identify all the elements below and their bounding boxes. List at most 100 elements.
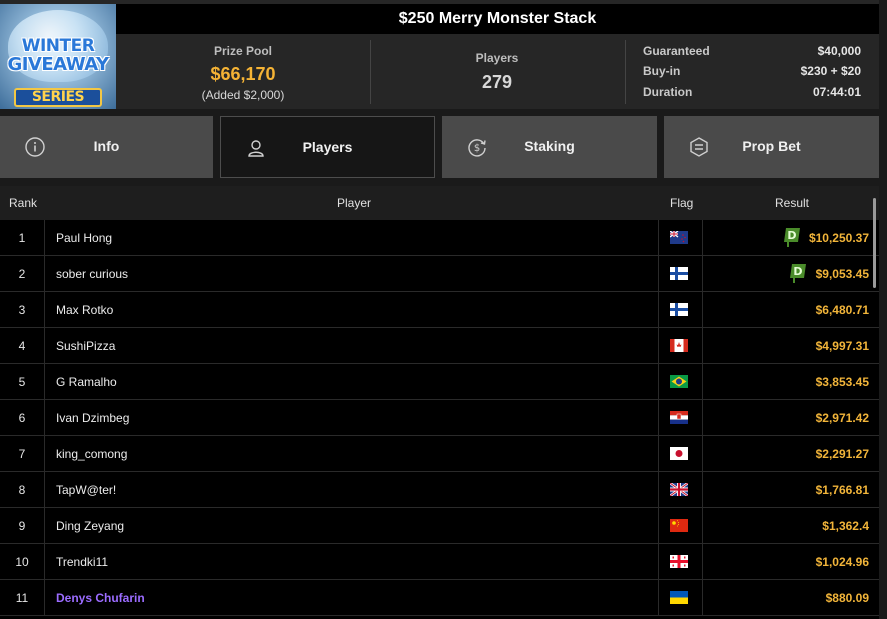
d-badge-icon[interactable]: D [789, 263, 807, 283]
rank-cell: 11 [15, 591, 29, 605]
column-divider [702, 544, 703, 579]
header-rank[interactable]: Rank [9, 196, 37, 210]
rank-cell: 2 [18, 267, 26, 281]
rank-cell: 3 [18, 303, 26, 317]
column-divider [702, 328, 703, 363]
winter-giveaway-logo: WINTER GIVEAWAY SERIES [0, 4, 116, 109]
result-amount: $1,362.4 [822, 519, 869, 533]
tab-info[interactable]: Info [0, 116, 213, 178]
column-divider [658, 508, 659, 543]
duration-label: Duration [643, 85, 693, 99]
header-player[interactable]: Player [337, 196, 371, 210]
column-divider [658, 364, 659, 399]
rank-cell: 1 [18, 231, 26, 245]
rank-cell: 4 [18, 339, 26, 353]
flag-icon [670, 555, 688, 568]
table-row[interactable]: 5 G Ramalho $3,853.45 [0, 364, 879, 400]
column-divider [658, 544, 659, 579]
column-divider [658, 292, 659, 327]
tab-players[interactable]: Players [220, 116, 435, 178]
players-count: 279 [481, 72, 513, 92]
result-amount: $2,971.42 [815, 411, 869, 425]
table-row[interactable]: 6 Ivan Dzimbeg $2,971.42 [0, 400, 879, 436]
flag-icon [670, 447, 688, 460]
column-divider [44, 400, 45, 435]
column-divider [44, 472, 45, 507]
table-row[interactable]: 2 sober curious D $9,053.45 [0, 256, 879, 292]
result-amount: $2,291.27 [815, 447, 869, 461]
prize-pool-amount: $66,170 [210, 64, 276, 84]
result-amount: $6,480.71 [815, 303, 869, 317]
column-divider [658, 580, 659, 615]
flag-icon [670, 375, 688, 388]
player-name[interactable]: Denys Chufarin [56, 591, 145, 605]
tab-staking[interactable]: $ Staking [442, 116, 657, 178]
player-name[interactable]: TapW@ter! [56, 483, 116, 497]
table-row[interactable]: 7 king_comong $2,291.27 [0, 436, 879, 472]
flag-icon [670, 267, 688, 280]
column-divider [658, 400, 659, 435]
player-name[interactable]: Trendki11 [56, 555, 108, 569]
players-table: Rank Player Flag Result 1 Paul Hong D $10,2… [0, 186, 879, 619]
player-name[interactable]: G Ramalho [56, 375, 117, 389]
rank-cell: 10 [15, 555, 29, 569]
header-flag[interactable]: Flag [670, 196, 693, 210]
duration-value: 07:44:01 [812, 85, 861, 99]
player-name[interactable]: Max Rotko [56, 303, 113, 317]
table-row[interactable]: 1 Paul Hong D $10,250.37 [0, 220, 879, 256]
result-amount: $10,250.37 [808, 231, 869, 245]
column-divider [44, 292, 45, 327]
player-name[interactable]: SushiPizza [56, 339, 115, 353]
rank-cell: 5 [18, 375, 26, 389]
table-row[interactable]: 8 TapW@ter! $1,766.81 [0, 472, 879, 508]
player-name[interactable]: Paul Hong [56, 231, 112, 245]
divider [625, 40, 626, 104]
flag-icon [670, 483, 688, 496]
scroll-gutter [879, 0, 887, 619]
column-divider [44, 580, 45, 615]
tab-prop-bet[interactable]: Prop Bet [664, 116, 879, 178]
column-divider [658, 328, 659, 363]
guaranteed-value: $40,000 [817, 44, 861, 58]
flag-icon [670, 231, 688, 244]
d-badge-icon[interactable]: D [783, 227, 801, 247]
tab-players-label: Players [302, 139, 353, 155]
table-row[interactable]: 3 Max Rotko $6,480.71 [0, 292, 879, 328]
column-divider [702, 256, 703, 291]
column-divider [658, 256, 659, 291]
column-divider [658, 220, 659, 255]
column-divider [702, 364, 703, 399]
flag-icon [670, 339, 688, 352]
table-row[interactable]: 10 Trendki11 $1,024.96 [0, 544, 879, 580]
table-header: Rank Player Flag Result [0, 186, 879, 220]
column-divider [44, 256, 45, 291]
player-name[interactable]: sober curious [56, 267, 128, 281]
tournament-stats: Prize Pool $66,170 (Added $2,000) Player… [116, 34, 879, 109]
column-divider [702, 472, 703, 507]
table-row[interactable]: 4 SushiPizza $4,997.31 [0, 328, 879, 364]
column-divider [702, 292, 703, 327]
column-divider [44, 364, 45, 399]
player-name[interactable]: king_comong [56, 447, 127, 461]
column-divider [702, 220, 703, 255]
rank-cell: 6 [18, 411, 26, 425]
column-divider [44, 508, 45, 543]
column-divider [44, 328, 45, 363]
result-amount: $880.09 [825, 591, 869, 605]
flag-icon [670, 519, 688, 532]
tab-bar: Info Players $ Staking Prop Bet [0, 109, 887, 186]
header-result[interactable]: Result [775, 196, 809, 210]
table-row[interactable]: 11 Denys Chufarin $880.09 [0, 580, 879, 616]
result-amount: $3,853.45 [815, 375, 869, 389]
scrollbar-thumb[interactable] [873, 198, 876, 288]
table-row[interactable]: 9 Ding Zeyang $1,362.4 [0, 508, 879, 544]
player-name[interactable]: Ding Zeyang [56, 519, 124, 533]
result-amount: $1,766.81 [815, 483, 869, 497]
player-name[interactable]: Ivan Dzimbeg [56, 411, 129, 425]
tab-prop-bet-label: Prop Bet [742, 138, 801, 154]
prize-pool-label: Prize Pool [213, 44, 272, 58]
column-divider [702, 436, 703, 471]
divider [370, 40, 371, 104]
result-amount: $9,053.45 [815, 267, 869, 281]
column-divider [702, 580, 703, 615]
